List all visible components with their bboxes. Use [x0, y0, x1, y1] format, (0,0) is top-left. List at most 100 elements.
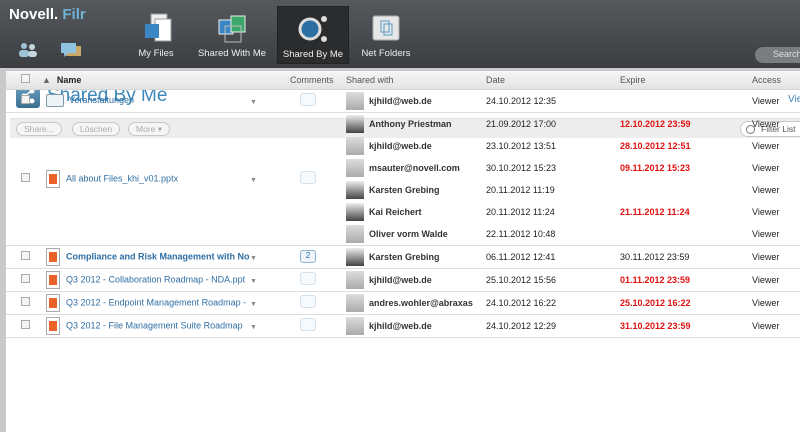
search-input[interactable]: Search — [755, 47, 800, 63]
powerpoint-file-icon — [46, 247, 60, 266]
powerpoint-file-icon — [46, 270, 60, 289]
shared-by-me-icon — [296, 13, 330, 45]
share-expire: 09.11.2012 15:23 — [620, 162, 691, 173]
share-expire: 01.11.2012 23:59 — [620, 274, 691, 285]
shared-with-name[interactable]: msauter@novell.com — [369, 163, 460, 173]
row-menu-dropdown-icon[interactable]: ▼ — [250, 255, 257, 262]
share-access: Viewer — [752, 162, 780, 173]
column-date[interactable]: Date — [486, 71, 620, 90]
shared-with-name[interactable]: andres.wohler@abraxas — [369, 298, 473, 308]
avatar — [346, 202, 364, 221]
shared-with-name[interactable]: Oliver vorm Walde — [369, 229, 448, 239]
row-checkbox[interactable] — [21, 297, 30, 306]
share-expire: 25.10.2012 16:22 — [620, 297, 691, 308]
my-files-icon — [139, 12, 173, 44]
share-access: Viewer — [752, 274, 780, 285]
share-access: Viewer — [752, 228, 780, 239]
row-menu-dropdown-icon[interactable]: ▼ — [250, 278, 257, 285]
comments-bubble-icon[interactable] — [300, 318, 316, 331]
shared-with-name[interactable]: Anthony Priestman — [369, 119, 452, 129]
row-checkbox[interactable] — [21, 95, 30, 104]
comments-icon[interactable] — [60, 42, 81, 58]
powerpoint-file-icon — [46, 316, 60, 335]
share-expire: 12.10.2012 23:59 — [620, 118, 691, 129]
avatar — [346, 247, 364, 266]
column-comments[interactable]: Comments — [290, 71, 346, 90]
column-expire[interactable]: Expire — [620, 71, 752, 90]
row-menu-dropdown-icon[interactable]: ▼ — [250, 301, 257, 308]
table-row[interactable]: Q3 2012 - File Management Suite Roadmap … — [6, 314, 800, 338]
comments-bubble-icon[interactable] — [300, 93, 316, 106]
share-date: 06.11.2012 12:41 — [486, 251, 556, 262]
shared-with-name[interactable]: kjhild@web.de — [369, 141, 432, 151]
share-expire: 30.11.2012 23:59 — [620, 251, 690, 262]
logo: Novell. Filr — [9, 6, 86, 23]
table-row[interactable]: Veranstaltungen ▼ kjhild@web.de 24.10.201… — [6, 89, 800, 113]
table-row[interactable]: All about Files_khi_v01.pptx ▼ Anthony P… — [6, 112, 800, 246]
row-menu-dropdown-icon[interactable]: ▼ — [250, 177, 257, 184]
comments-bubble-icon[interactable] — [300, 295, 316, 308]
table-row[interactable]: Compliance and Risk Management with No ▼… — [6, 245, 800, 269]
shares-table: ▲ Name Comments Shared with Date Expire A… — [6, 71, 800, 338]
shared-with-name[interactable]: Karsten Grebing — [369, 252, 440, 262]
share-date: 22.11.2012 10:48 — [486, 228, 556, 239]
nav-label: Shared By Me — [282, 49, 344, 60]
shared-with-name[interactable]: kjhild@web.de — [369, 275, 432, 285]
file-name-link[interactable]: Q3 2012 - File Management Suite Roadmap — [66, 320, 243, 330]
select-all-checkbox[interactable] — [21, 74, 30, 84]
row-checkbox[interactable] — [21, 274, 30, 283]
share-access: Viewer — [752, 320, 780, 331]
avatar — [346, 224, 364, 243]
comments-bubble-icon[interactable] — [300, 272, 316, 285]
shared-with-me-icon — [215, 12, 249, 44]
share-access: Viewer — [752, 297, 780, 308]
share-date: 21.09.2012 17:00 — [486, 118, 557, 129]
folder-icon — [46, 94, 64, 107]
file-name-link[interactable]: Compliance and Risk Management with No — [66, 251, 250, 261]
comments-bubble-icon[interactable] — [300, 171, 316, 184]
nav-shared-by-me[interactable]: Shared By Me — [277, 6, 349, 64]
column-name[interactable]: ▲ Name — [40, 71, 250, 90]
shared-with-name[interactable]: kjhild@web.de — [369, 321, 432, 331]
avatar — [346, 316, 364, 335]
nav-shared-with-me[interactable]: Shared With Me — [196, 6, 268, 64]
row-checkbox[interactable] — [21, 320, 30, 329]
avatar — [346, 158, 364, 177]
share-date: 23.10.2012 13:51 — [486, 140, 557, 151]
nav-net-folders[interactable]: Net Folders — [356, 6, 416, 64]
column-shared-with[interactable]: Shared with — [346, 71, 486, 90]
avatar — [346, 114, 364, 133]
share-access: Viewer — [752, 251, 780, 262]
powerpoint-file-icon — [46, 169, 60, 188]
column-access[interactable]: Access — [752, 71, 800, 90]
row-menu-dropdown-icon[interactable]: ▼ — [250, 324, 257, 331]
nav-label: Shared With Me — [197, 48, 267, 59]
table-row[interactable]: Q3 2012 - Collaboration Roadmap - NDA.pp… — [6, 268, 800, 292]
share-date: 20.11.2012 11:24 — [486, 206, 555, 217]
share-access: Viewer — [752, 95, 780, 106]
share-date: 24.10.2012 12:35 — [486, 95, 557, 106]
row-menu-dropdown-icon[interactable]: ▼ — [250, 99, 257, 106]
shared-with-name[interactable]: Kai Reichert — [369, 207, 422, 217]
table-row[interactable]: Q3 2012 - Endpoint Management Roadmap - … — [6, 291, 800, 315]
comments-bubble-icon[interactable]: 2 — [300, 250, 316, 263]
share-date: 30.10.2012 15:23 — [486, 162, 557, 173]
share-date: 25.10.2012 15:56 — [486, 274, 557, 285]
row-checkbox[interactable] — [21, 173, 30, 182]
avatar — [346, 270, 364, 289]
shared-with-name[interactable]: Karsten Grebing — [369, 185, 440, 195]
file-name-link[interactable]: Veranstaltungen — [69, 95, 134, 105]
share-date: 20.11.2012 11:19 — [486, 184, 555, 195]
file-name-link[interactable]: Q3 2012 - Endpoint Management Roadmap - — [66, 297, 246, 307]
file-name-link[interactable]: All about Files_khi_v01.pptx — [66, 173, 178, 183]
share-expire: 21.11.2012 11:24 — [620, 206, 690, 217]
people-icon[interactable] — [18, 42, 38, 58]
nav-label: My Files — [138, 48, 174, 59]
nav-label: Net Folders — [361, 48, 411, 59]
file-name-link[interactable]: Q3 2012 - Collaboration Roadmap - NDA.pp… — [66, 274, 245, 284]
share-access: Viewer — [752, 184, 780, 195]
nav-my-files[interactable]: My Files — [130, 6, 182, 64]
shared-with-name[interactable]: kjhild@web.de — [369, 96, 432, 106]
avatar — [346, 136, 364, 155]
row-checkbox[interactable] — [21, 251, 30, 260]
